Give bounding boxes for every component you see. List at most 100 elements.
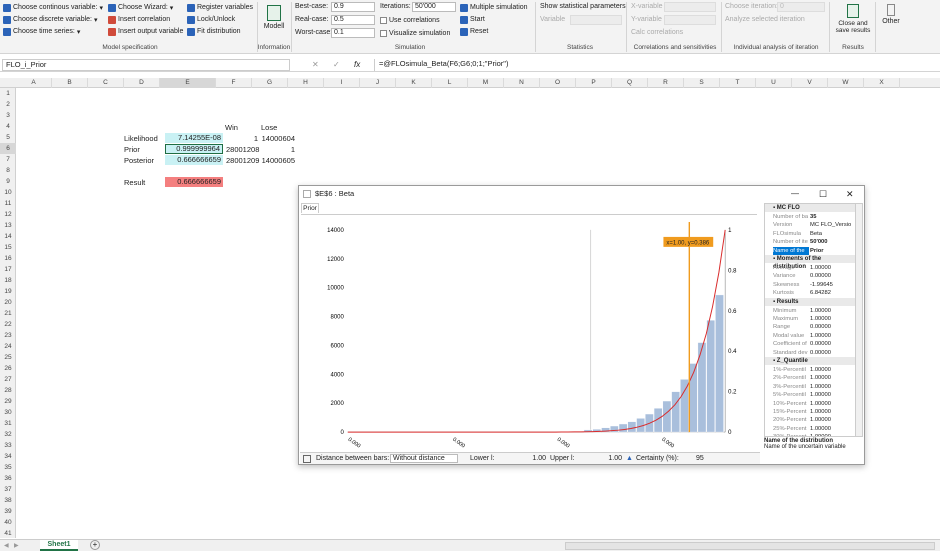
column-header-D[interactable]: D [124, 78, 160, 88]
row-header-11[interactable]: 11 [0, 198, 16, 209]
close-icon[interactable]: ✕ [846, 186, 854, 202]
panel-row[interactable]: Average 1.00000 [765, 264, 855, 272]
choose-iteration-input[interactable]: 0 [777, 2, 825, 12]
row-header-17[interactable]: 17 [0, 264, 16, 275]
likelihood-value[interactable]: 7.14255E-08 [165, 133, 223, 143]
minimize-icon[interactable]: — [791, 186, 799, 202]
panel-scrollbar[interactable] [855, 203, 863, 437]
certainty-input[interactable]: 95 [696, 453, 704, 465]
show-stats-button[interactable]: Show statistical parameters [540, 3, 626, 10]
real-case-input[interactable]: 0.5 [331, 15, 375, 25]
row-header-8[interactable]: 8 [0, 165, 16, 176]
label-result[interactable]: Result [124, 178, 145, 188]
insert-output-variable-button[interactable]: Insert output variable [108, 26, 183, 37]
iterations-input[interactable]: 50'000 [412, 2, 456, 12]
column-header-V[interactable]: V [792, 78, 828, 88]
confirm-icon[interactable]: ✓ [333, 60, 340, 69]
choose-discrete-variable-button[interactable]: Choose discrete variable: ▾ [3, 14, 98, 25]
best-case-input[interactable]: 0.9 [331, 2, 375, 12]
row-header-12[interactable]: 12 [0, 209, 16, 220]
row-header-41[interactable]: 41 [0, 528, 16, 539]
column-header-S[interactable]: S [684, 78, 720, 88]
modell-button[interactable]: Modell [262, 3, 286, 39]
choose-continuous-variable-button[interactable]: Choose continous variable: ▾ [3, 2, 103, 13]
formula-input[interactable]: =@FLOsimula_Beta(F6;G6;0;1;"Prior") [374, 59, 934, 71]
row-header-25[interactable]: 25 [0, 352, 16, 363]
row-header-33[interactable]: 33 [0, 440, 16, 451]
row-header-2[interactable]: 2 [0, 99, 16, 110]
prior-win[interactable]: 28001208 [224, 145, 259, 155]
column-header-A[interactable]: A [16, 78, 52, 88]
analyze-iteration-button[interactable]: Analyze selected iteration [725, 16, 805, 23]
row-header-18[interactable]: 18 [0, 275, 16, 286]
row-header-26[interactable]: 26 [0, 363, 16, 374]
column-header-U[interactable]: U [756, 78, 792, 88]
column-header-H[interactable]: H [288, 78, 324, 88]
multiple-simulation-button[interactable]: Multiple simulation [460, 2, 528, 13]
reset-button[interactable]: Reset [460, 26, 488, 37]
row-header-10[interactable]: 10 [0, 187, 16, 198]
column-header-G[interactable]: G [252, 78, 288, 88]
column-header-P[interactable]: P [576, 78, 612, 88]
row-header-21[interactable]: 21 [0, 308, 16, 319]
panel-row[interactable]: Number of ba 35 [765, 213, 855, 221]
posterior-lose[interactable]: 14000605 [259, 156, 295, 166]
panel-row[interactable]: 1%-Percentil 1.00000 [765, 366, 855, 374]
variable-select[interactable] [570, 15, 622, 25]
likelihood-lose[interactable]: 14000604 [259, 134, 295, 144]
column-header-X[interactable]: X [864, 78, 900, 88]
row-header-14[interactable]: 14 [0, 231, 16, 242]
header-win[interactable]: Win [225, 123, 238, 133]
choose-wizard-button[interactable]: Choose Wizard: ▾ [108, 2, 173, 13]
settings-icon[interactable] [303, 455, 311, 463]
row-header-1[interactable]: 1 [0, 88, 16, 99]
column-header-K[interactable]: K [396, 78, 432, 88]
panel-row[interactable]: Version MC FLO_Versio [765, 221, 855, 229]
row-header-15[interactable]: 15 [0, 242, 16, 253]
row-header-7[interactable]: 7 [0, 154, 16, 165]
next-sheet-icon[interactable]: ▶ [14, 542, 19, 549]
row-header-28[interactable]: 28 [0, 385, 16, 396]
row-header-23[interactable]: 23 [0, 330, 16, 341]
panel-row[interactable]: 30%-Percent1.00000 [765, 433, 855, 436]
register-variables-button[interactable]: Register variables [187, 2, 253, 13]
horizontal-scrollbar[interactable] [565, 542, 935, 550]
maximize-icon[interactable]: ☐ [819, 186, 827, 202]
row-header-16[interactable]: 16 [0, 253, 16, 264]
function-icon[interactable]: fx [354, 60, 360, 69]
panel-row[interactable]: 20%-Percent 1.00000 [765, 416, 855, 424]
panel-row[interactable]: 25%-Percent 1.00000 [765, 425, 855, 433]
add-sheet-button[interactable]: + [90, 540, 100, 550]
column-header-M[interactable]: M [468, 78, 504, 88]
panel-row[interactable]: FLOsimula Beta [765, 230, 855, 238]
panel-row[interactable]: 15%-Percent 1.00000 [765, 408, 855, 416]
panel-section-header[interactable]: ▪ MC FLO [765, 204, 855, 212]
column-header-L[interactable]: L [432, 78, 468, 88]
panel-row[interactable]: Minimum 1.00000 [765, 307, 855, 315]
posterior-value[interactable]: 0.666666659 [165, 155, 223, 165]
column-header-E[interactable]: E [160, 78, 216, 88]
row-header-19[interactable]: 19 [0, 286, 16, 297]
column-header-I[interactable]: I [324, 78, 360, 88]
upper-limit-input[interactable]: 1.00 [580, 453, 622, 465]
start-button[interactable]: Start [460, 14, 485, 25]
row-header-36[interactable]: 36 [0, 473, 16, 484]
row-header-30[interactable]: 30 [0, 407, 16, 418]
row-header-32[interactable]: 32 [0, 429, 16, 440]
row-header-27[interactable]: 27 [0, 374, 16, 385]
header-lose[interactable]: Lose [261, 123, 277, 133]
row-header-20[interactable]: 20 [0, 297, 16, 308]
insert-correlation-button[interactable]: Insert correlation [108, 14, 170, 25]
panel-row[interactable]: Range 0.00000 [765, 323, 855, 331]
panel-row[interactable]: Maximum 1.00000 [765, 315, 855, 323]
row-header-40[interactable]: 40 [0, 517, 16, 528]
panel-section-header[interactable]: ▪ Moments of the distribution [765, 255, 855, 270]
row-header-5[interactable]: 5 [0, 132, 16, 143]
row-header-37[interactable]: 37 [0, 484, 16, 495]
prior-value-selected[interactable]: 0.999999964 [165, 144, 223, 154]
label-likelihood[interactable]: Likelihood [124, 134, 158, 144]
column-header-W[interactable]: W [828, 78, 864, 88]
prev-sheet-icon[interactable]: ◀ [4, 542, 9, 549]
panel-row[interactable]: 10%-Percent 1.00000 [765, 400, 855, 408]
row-header-9[interactable]: 9 [0, 176, 16, 187]
